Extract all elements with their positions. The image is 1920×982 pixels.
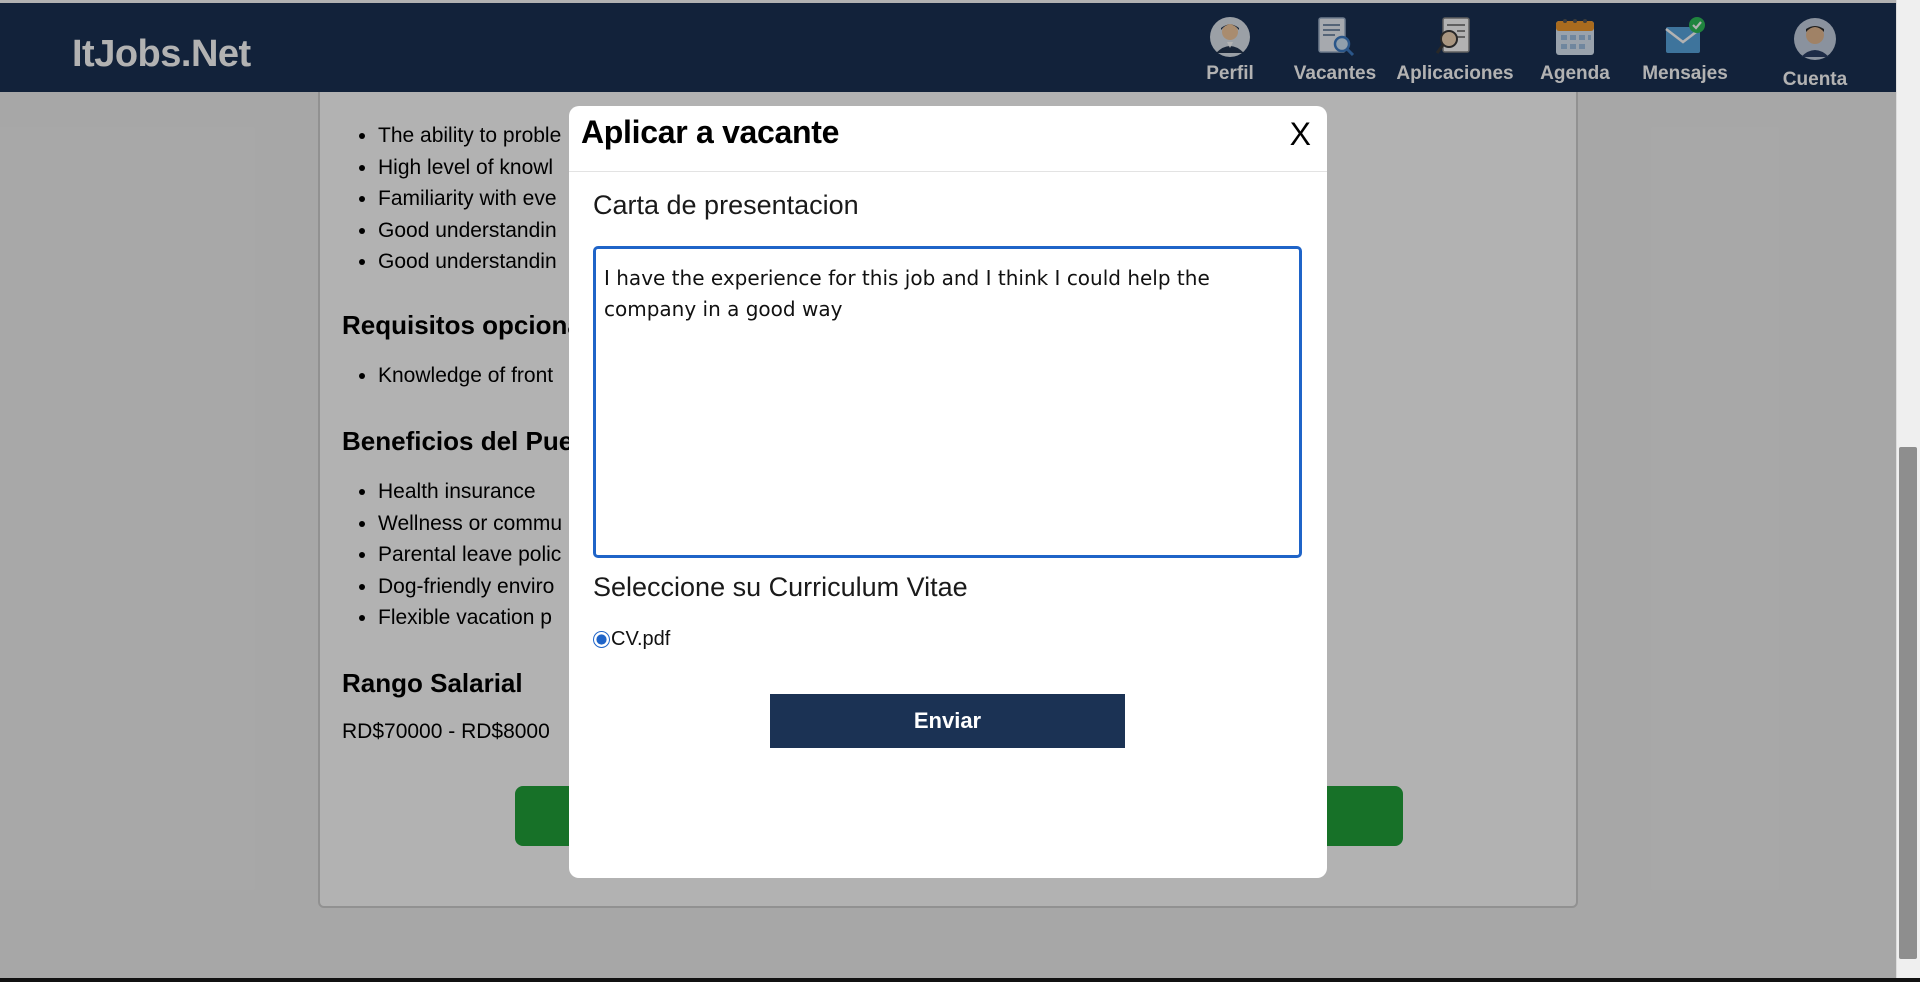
apply-modal: Aplicar a vacante X Carta de presentacio… [569,106,1327,878]
cover-letter-label: Carta de presentacion [593,190,859,220]
modal-header: Aplicar a vacante X [569,106,1327,172]
scrollbar-thumb[interactable] [1899,447,1917,959]
cv-radio[interactable] [593,631,610,648]
cv-option-label: CV.pdf [611,628,671,650]
window-bottom-edge [0,978,1920,982]
close-button[interactable]: X [1290,116,1311,153]
cover-letter-textarea[interactable]: I have the experience for this job and I… [593,246,1302,558]
page-scrollbar[interactable] [1896,0,1920,982]
submit-button[interactable]: Enviar [770,694,1125,748]
cv-label: Seleccione su Curriculum Vitae [593,572,968,602]
cv-option[interactable]: CV.pdf [593,628,670,651]
modal-title: Aplicar a vacante [581,114,840,150]
